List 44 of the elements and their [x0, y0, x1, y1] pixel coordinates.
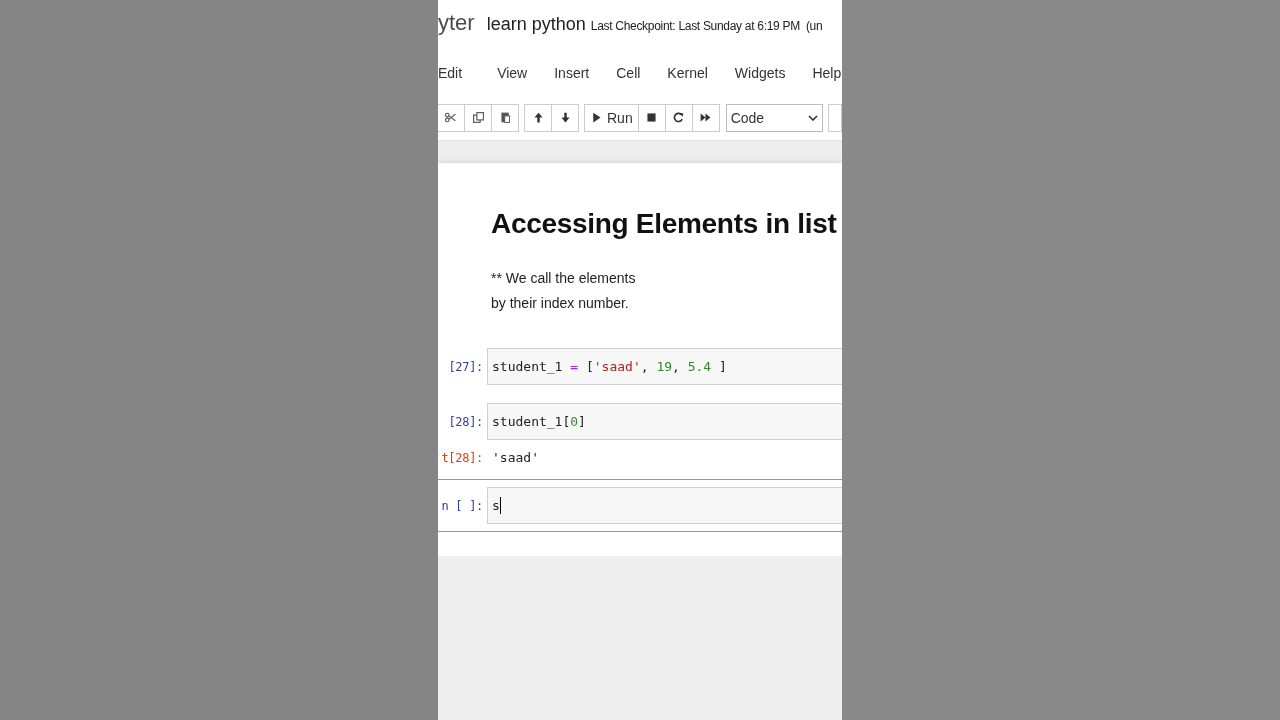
play-icon — [590, 111, 603, 124]
text-cursor — [499, 497, 501, 514]
toolbar-button[interactable] — [464, 103, 492, 132]
toolbar-button[interactable] — [438, 103, 465, 132]
menu-item[interactable]: Cell — [602, 64, 654, 81]
markdown-paragraph: ** We call the elements by their index number. — [491, 269, 637, 313]
run-button[interactable]: Run — [584, 103, 639, 132]
scissors-icon — [444, 111, 457, 124]
menu-item[interactable]: Edit — [438, 64, 476, 81]
code-line: student_1[0] — [492, 414, 586, 429]
code-input[interactable]: student_1 = ['saad', 19, 5.4 ] — [487, 348, 842, 385]
toolbar-button[interactable] — [664, 103, 693, 132]
code-input[interactable]: s — [487, 487, 842, 524]
toolbar-button[interactable] — [524, 103, 552, 132]
menu-item[interactable]: Help — [798, 64, 842, 81]
input-prompt: [27]: — [447, 359, 484, 374]
code-line: student_1 = ['saad', 19, 5.4 ] — [492, 359, 727, 374]
menu-item[interactable]: Kernel — [653, 64, 721, 81]
code-line: s — [492, 497, 501, 514]
save-status: (un — [805, 19, 823, 33]
toolbar-button[interactable] — [491, 103, 519, 132]
copy-icon — [471, 111, 485, 124]
toolbar-button[interactable] — [637, 103, 666, 132]
input-prompt: n [ ]: — [440, 498, 484, 513]
toolbar-button[interactable] — [691, 103, 720, 132]
paste-icon — [498, 111, 512, 124]
toolbar-button[interactable] — [551, 103, 579, 132]
menu-item[interactable]: Widgets — [720, 64, 799, 81]
logo-text: yter — [438, 10, 475, 36]
code-input[interactable]: student_1[0] — [487, 403, 842, 440]
checkpoint-text: Last Checkpoint: Last Sunday at 6:19 PM — [590, 19, 800, 33]
restart-icon — [672, 111, 686, 124]
menu-item[interactable]: Insert — [540, 64, 603, 81]
up-arrow-icon — [531, 111, 545, 124]
notebook-name[interactable]: learn python — [486, 14, 586, 35]
stop-icon — [645, 111, 659, 124]
cell-type-dropdown[interactable]: Code — [725, 103, 823, 132]
menu-item[interactable]: View — [483, 64, 541, 81]
input-prompt: [28]: — [447, 414, 484, 429]
markdown-heading: Accessing Elements in list — [491, 208, 838, 240]
fast-forward-icon — [699, 111, 713, 124]
output-text: 'saad' — [491, 450, 539, 465]
output-prompt: t[28]: — [440, 450, 484, 465]
caret-icon — [808, 114, 818, 121]
